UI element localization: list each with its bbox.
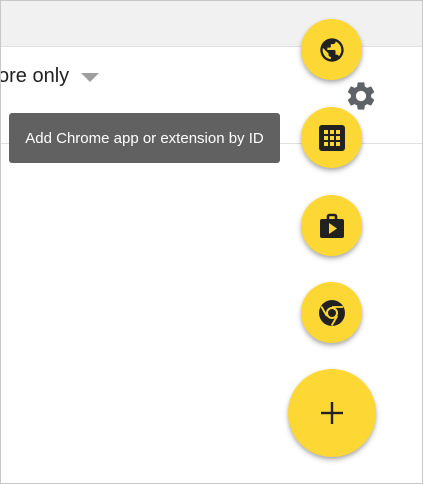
apps-grid-icon <box>318 124 345 151</box>
tooltip-text: Add Chrome app or extension by ID <box>25 129 264 147</box>
dropdown-caret-icon[interactable] <box>81 72 100 82</box>
chrome-icon <box>318 299 345 326</box>
add-fab-button[interactable] <box>288 369 376 457</box>
plus-icon <box>321 402 343 424</box>
filter-label: ore only <box>0 64 70 87</box>
fab-chrome-button[interactable] <box>301 282 362 343</box>
filter-dropdown[interactable]: ore only <box>0 58 100 94</box>
gear-icon[interactable] <box>344 79 378 113</box>
app-window: ore only Add Chrome app or extension by … <box>0 0 423 484</box>
fab-add-by-id-button[interactable] <box>301 107 362 168</box>
tooltip: Add Chrome app or extension by ID <box>9 113 280 163</box>
globe-icon <box>319 37 344 62</box>
fab-web-store-button[interactable] <box>301 195 362 256</box>
fab-web-button[interactable] <box>301 19 362 80</box>
web-store-icon <box>319 213 344 238</box>
